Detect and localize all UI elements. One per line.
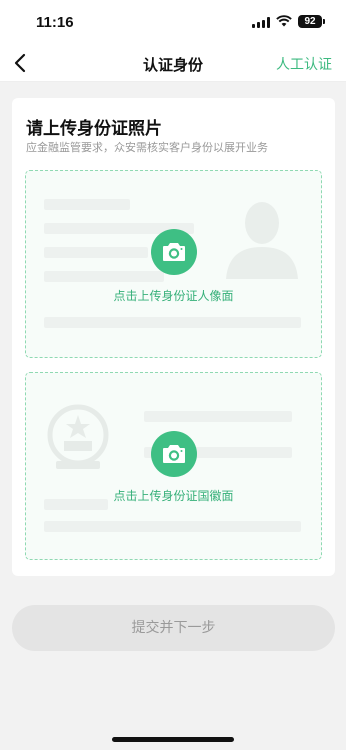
upload-back-area[interactable]: 点击上传身份证国徽面	[25, 372, 322, 560]
home-indicator[interactable]	[112, 737, 234, 742]
upload-back-label: 点击上传身份证国徽面	[113, 489, 234, 503]
card-subtitle: 应金融监管要求，众安需核实客户身份以展开业务	[26, 141, 268, 154]
id-upload-card: 请上传身份证照片 应金融监管要求，众安需核实客户身份以展开业务 点击上传身份证人…	[12, 98, 335, 576]
wifi-icon	[276, 15, 292, 27]
placeholder-line	[144, 411, 292, 422]
portrait-silhouette-icon	[226, 202, 298, 279]
placeholder-line	[44, 521, 301, 532]
status-time: 11:16	[36, 14, 74, 31]
camera-icon	[163, 243, 185, 261]
placeholder-line	[44, 271, 164, 282]
battery-tip	[323, 19, 325, 24]
card-title: 请上传身份证照片	[26, 119, 162, 139]
battery-icon: 92	[298, 15, 322, 28]
manual-verify-link[interactable]: 人工认证	[276, 54, 332, 74]
national-emblem-icon	[47, 404, 109, 469]
camera-button[interactable]	[151, 229, 197, 275]
signal-icon	[252, 17, 272, 28]
navigation-bar: 认证身份 人工认证	[0, 44, 346, 82]
camera-button[interactable]	[151, 431, 197, 477]
upload-front-area[interactable]: 点击上传身份证人像面	[25, 170, 322, 358]
status-bar: 11:16 92	[0, 0, 346, 44]
upload-front-label: 点击上传身份证人像面	[113, 289, 234, 303]
submit-next-button[interactable]: 提交并下一步	[12, 605, 335, 651]
placeholder-line	[44, 317, 301, 328]
camera-icon	[163, 445, 185, 463]
placeholder-line	[44, 199, 130, 210]
placeholder-line	[44, 247, 148, 258]
